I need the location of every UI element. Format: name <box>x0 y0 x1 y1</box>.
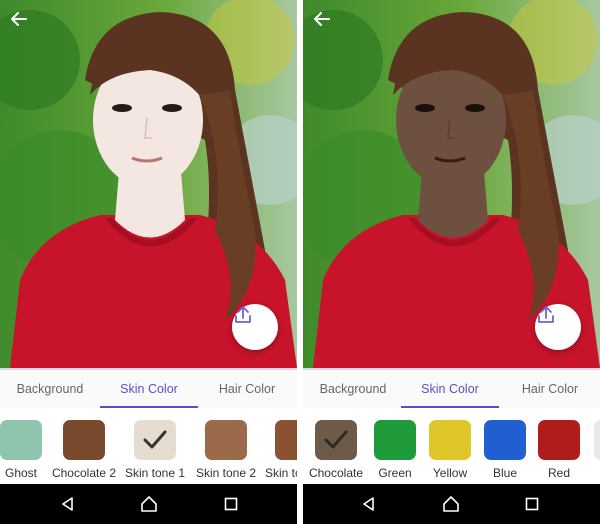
photo-preview <box>303 0 600 368</box>
swatch-color <box>315 420 357 460</box>
square-recent-icon <box>224 497 238 511</box>
circle-home-icon <box>443 496 459 512</box>
nav-recent-button[interactable] <box>221 494 241 514</box>
arrow-left-icon <box>314 12 330 26</box>
arrow-left-icon <box>11 12 27 26</box>
checkmark-icon <box>143 430 167 449</box>
category-tabs: Background Skin Color Hair Color <box>0 368 297 408</box>
nav-back-button[interactable] <box>359 494 379 514</box>
nav-home-button[interactable] <box>441 494 461 514</box>
share-icon <box>235 306 251 323</box>
tab-skin-color[interactable]: Skin Color <box>100 370 198 408</box>
tab-skin-color[interactable]: Skin Color <box>401 370 499 408</box>
share-button[interactable] <box>535 304 581 350</box>
nav-home-button[interactable] <box>139 494 159 514</box>
swatch-color <box>538 420 580 460</box>
color-swatch-list: Ghost Chocolate 2 Skin tone 1 Skin tone … <box>0 408 297 484</box>
tab-background[interactable]: Background <box>4 370 96 408</box>
tab-hair-color[interactable]: Hair Color <box>503 370 597 408</box>
swatch-label: Skin tc <box>265 466 297 480</box>
swatch-color <box>275 420 297 460</box>
square-recent-icon <box>525 497 539 511</box>
nav-back-button[interactable] <box>58 494 78 514</box>
swatch-label: Skin tone 2 <box>195 466 257 480</box>
back-button[interactable] <box>10 10 38 38</box>
editor-screen-before: Background Skin Color Hair Color Ghost C… <box>0 0 297 524</box>
swatch-color <box>134 420 176 460</box>
swatch-color <box>63 420 105 460</box>
triangle-back-icon <box>62 497 73 511</box>
swatch-label: Red <box>547 466 570 480</box>
swatch-color <box>429 420 471 460</box>
photo-preview <box>0 0 297 368</box>
swatch-color <box>205 420 247 460</box>
swatch-color <box>594 420 600 460</box>
editor-screen-after: Background Skin Color Hair Color Chocola… <box>303 0 600 524</box>
circle-home-icon <box>141 496 157 512</box>
checkmark-icon <box>324 430 348 449</box>
tab-background[interactable]: Background <box>307 370 399 408</box>
color-swatch-list: Chocolate Green Yellow Blue Red <box>303 408 600 484</box>
share-icon <box>538 306 554 323</box>
system-navigation-bar <box>0 484 297 524</box>
nav-recent-button[interactable] <box>522 494 542 514</box>
back-button[interactable] <box>313 10 341 38</box>
tab-hair-color[interactable]: Hair Color <box>200 370 294 408</box>
swatch-color <box>484 420 526 460</box>
swatch-color <box>0 420 42 460</box>
swatch-color <box>374 420 416 460</box>
category-tabs: Background Skin Color Hair Color <box>303 368 600 408</box>
system-navigation-bar <box>303 484 600 524</box>
share-button[interactable] <box>232 304 278 350</box>
triangle-back-icon <box>363 497 374 511</box>
